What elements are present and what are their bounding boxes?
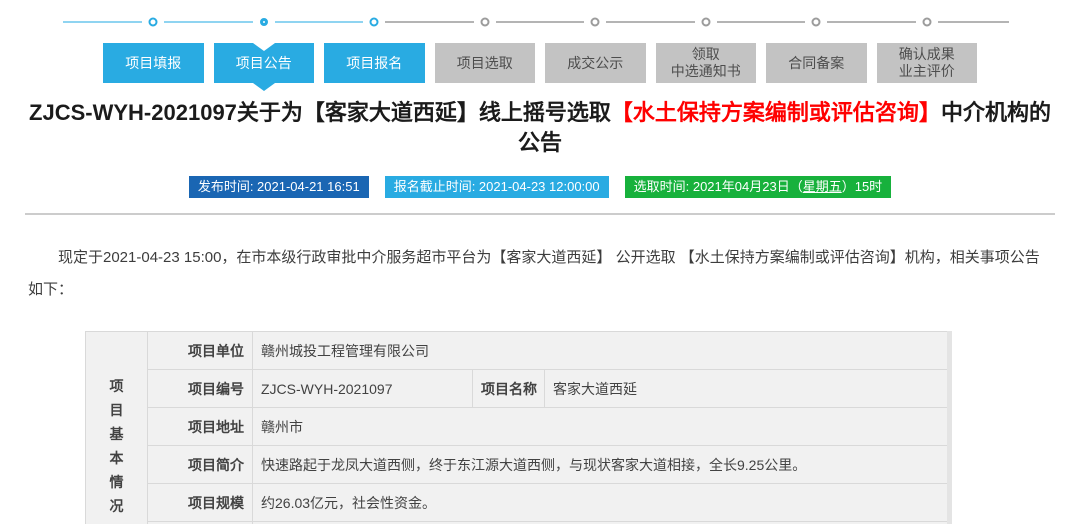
selection-time-badge: 选取时间: 2021年04月23日（星期五）15时 [624,176,892,198]
step-circle-icon [590,17,600,27]
time-badges: 发布时间: 2021-04-21 16:51 报名截止时间: 2021-04-23… [0,176,1080,198]
signup-deadline-badge: 报名截止时间: 2021-04-23 12:00:00 [384,176,609,198]
stepper-track-6 [650,10,761,34]
step-line-left [319,21,364,23]
intro-paragraph: 现定于2021-04-23 15:00，在市本级行政审批中介服务超市平台为【客家… [28,249,1040,298]
stepper-track-7 [761,10,872,34]
section-label-char: 基 [109,425,124,442]
step-line-left [63,21,143,23]
step-line-left [208,21,253,23]
stepper-step-5: 成交公示 [540,10,651,83]
stepper-tab-label: 领取 [691,46,720,62]
stepper-tab-label: 中选通知书 [670,63,741,79]
publish-time-badge: 发布时间: 2021-04-21 16:51 [188,176,369,198]
stepper-tab-label: 业主评价 [898,63,955,79]
stepper-track-8 [871,10,1009,34]
table-value-cell: ZJCS-WYH-2021097 [252,369,473,408]
table-label-cell: 项目简介 [147,445,253,484]
section-label-char: 项 [109,377,124,394]
stepper-tab-1[interactable]: 项目填报 [103,43,204,83]
stepper-tab-label: 成交公示 [567,54,624,71]
stepper-tab-label: 确认成果 [898,46,955,62]
stepper-step-6: 领取 中选通知书 [650,10,761,83]
step-line-right [385,21,430,23]
stepper-tab-label: 项目报名 [346,54,403,71]
badge-text: 选取时间: 2021年04月23日（ [633,179,803,194]
table-row: 项目编号 ZJCS-WYH-2021097 项目名称 客家大道西延 [86,369,949,408]
table-section-label: 项目基本情况 [85,331,148,524]
table-label-cell: 项目单位 [147,331,253,370]
table-row: 项目简介 快速路起于龙凤大道西侧，终于东江源大道西侧，与现状客家大道相接，全长9.… [86,445,949,484]
step-circle-icon [480,17,490,27]
table-label-cell: 项目地址 [147,407,253,446]
step-circle-icon [148,17,158,27]
step-line-right [716,21,761,23]
step-line-right [606,21,651,23]
stepper-step-4: 项目选取 [429,10,540,83]
stepper-tab-4[interactable]: 项目选取 [434,43,535,83]
section-label-char: 情 [109,473,124,490]
stepper-tab-label: 项目填报 [125,54,182,71]
step-line-right [937,21,1009,23]
stepper-step-7: 合同备案 [761,10,872,83]
step-line-left [650,21,695,23]
table-label-cell: 项目规模 [147,483,253,522]
step-circle-icon [701,17,711,27]
step-circle-icon [922,17,932,27]
step-line-right [827,21,872,23]
stepper-track-2 [208,10,319,34]
stepper-track-3 [319,10,430,34]
step-circle-icon [811,17,821,27]
stepper-step-8: 确认成果 业主评价 [871,10,1009,83]
title-highlight: 【水土保持方案编制或评估咨询】 [610,100,941,125]
stepper-tab-label: 合同备案 [788,54,845,71]
stepper-step-3: 项目报名 [319,10,430,83]
table-value-cell: 赣州市 [251,407,949,446]
table-value-cell: 赣州城投工程管理有限公司 [251,331,949,370]
process-stepper: 项目填报 项目公告 项目报名 项目选取 成交公示 领取 中选通知书 合同备案 确认成果 业主评价 [63,0,1009,83]
project-info-table-wrap: 项目基本情况项目单位 赣州城投工程管理有限公司 项目编号 ZJCS-WYH-20210… [85,331,952,524]
step-line-left [761,21,806,23]
table-row: 项目规模 约26.03亿元，社会性资金。 [86,483,949,522]
stepper-tab-label: 项目公告 [235,54,292,71]
step-line-right [495,21,540,23]
stepper-step-2: 项目公告 [208,10,319,83]
table-row: 项目地址 赣州市 [86,407,949,446]
section-label-char: 目 [109,401,124,418]
stepper-tab-2[interactable]: 项目公告 [213,43,314,83]
project-info-table: 项目基本情况项目单位 赣州城投工程管理有限公司 项目编号 ZJCS-WYH-20210… [85,331,949,524]
page-title: ZJCS-WYH-2021097关于为【客家大道西延】线上摇号选取【水土保持方案… [28,98,1052,158]
step-circle-icon [369,17,379,27]
step-line-right [164,21,209,23]
table-label-cell: 项目编号 [147,369,253,408]
section-label-char: 本 [109,449,124,466]
step-line-left [871,21,916,23]
stepper-tab-8[interactable]: 确认成果 业主评价 [876,43,977,83]
stepper-tab-6[interactable]: 领取 中选通知书 [655,43,756,83]
stepper-steps: 项目填报 项目公告 项目报名 项目选取 成交公示 领取 中选通知书 合同备案 确认成果 业主评价 [63,10,1009,83]
table-value-cell: 客家大道西延 [543,369,949,408]
table-row: 项目基本情况项目单位 赣州城投工程管理有限公司 [85,331,949,524]
badge-underlined-text: 星期五 [802,179,842,194]
table-value-cell: 约26.03亿元，社会性资金。 [251,483,949,522]
title-part1: ZJCS-WYH-2021097关于为【客家大道西延】线上摇号选取 [29,100,611,125]
stepper-tab-5[interactable]: 成交公示 [545,43,646,83]
table-scrollbar[interactable] [947,331,952,524]
section-label-char: 况 [109,497,124,514]
stepper-step-1: 项目填报 [63,10,209,83]
step-circle-icon [259,18,268,26]
stepper-track-4 [429,10,540,34]
step-line-right [274,21,319,23]
divider [25,213,1055,215]
step-line-left [540,21,585,23]
table-value-cell: 快速路起于龙凤大道西侧，终于东江源大道西侧，与现状客家大道相接，全长9.25公里… [251,445,949,484]
stepper-track-5 [540,10,651,34]
stepper-tab-label: 项目选取 [456,54,513,71]
step-line-left [429,21,474,23]
stepper-tab-3[interactable]: 项目报名 [324,43,425,83]
table-label-cell: 项目名称 [472,369,545,408]
stepper-track-1 [63,10,209,34]
badge-text: ）15时 [841,179,883,194]
stepper-tab-7[interactable]: 合同备案 [766,43,867,83]
